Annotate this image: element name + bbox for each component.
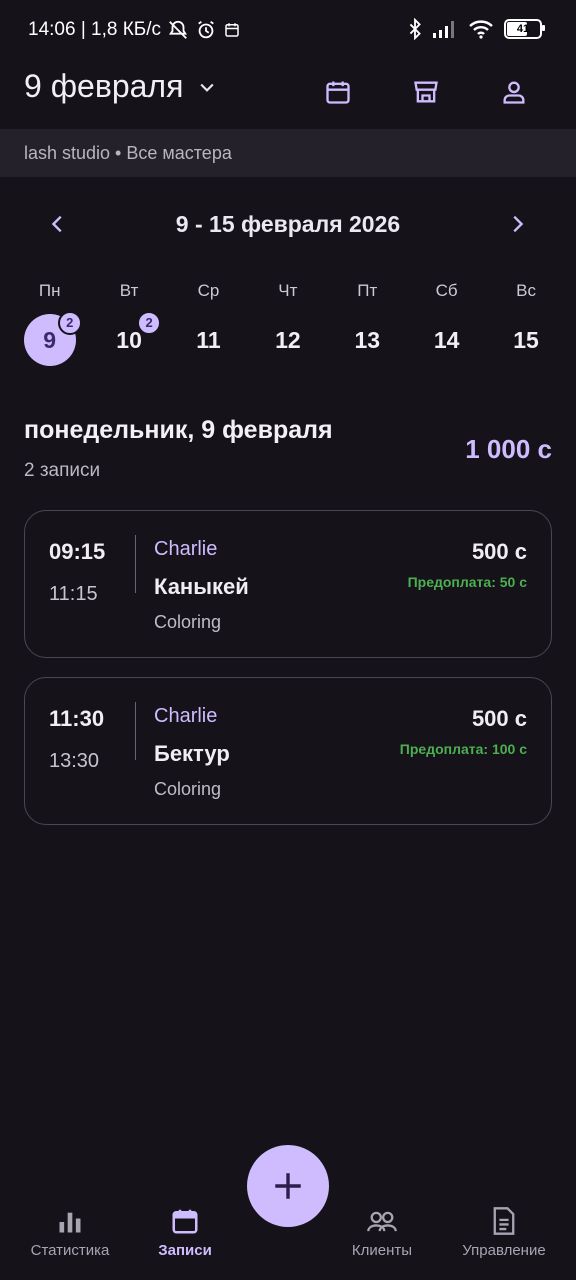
day-number: 92 xyxy=(23,311,82,366)
calendar-icon xyxy=(172,1209,198,1234)
nav-appointments[interactable]: Записи xyxy=(115,1196,255,1259)
app-bar: 9 февраля xyxy=(0,62,576,128)
wifi-icon xyxy=(469,20,493,39)
end-time: 13:30 xyxy=(49,750,100,772)
day-number: 10 2 xyxy=(103,311,162,366)
person-icon xyxy=(503,81,525,104)
day-saturday[interactable]: Сб 14 xyxy=(407,276,486,366)
store-button[interactable] xyxy=(406,72,446,112)
start-time: 11:30 xyxy=(49,706,105,731)
master-name: Charlie xyxy=(154,538,218,560)
week-range-label: 9 - 15 февраля 2026 xyxy=(175,211,401,237)
date-selector[interactable]: 9 февраля xyxy=(24,68,217,105)
week-navigator: 9 - 15 февраля 2026 xyxy=(0,200,576,248)
status-left: 14:06 | 1,8 КБ/с xyxy=(28,19,241,41)
nav-label: Записи xyxy=(158,1242,212,1259)
next-week-button[interactable] xyxy=(497,204,537,244)
day-name: Чт xyxy=(278,281,298,300)
master-name: Charlie xyxy=(154,705,218,727)
service-name: Coloring xyxy=(154,612,222,632)
client-name: Бектур xyxy=(154,741,230,766)
people-icon xyxy=(367,1211,397,1232)
document-icon xyxy=(493,1207,515,1235)
day-number: 11 xyxy=(196,327,221,353)
bottom-navigation: Статистика Записи Клиенты Управление xyxy=(0,1196,576,1280)
signal-icon xyxy=(433,21,454,38)
day-name: Вт xyxy=(119,281,139,300)
week-days: Пн 92 Вт 10 2 Ср 11 Чт 12 Пт 13 Сб 14 Вс … xyxy=(10,276,566,366)
appointment-count-badge: 2 xyxy=(57,311,82,335)
day-number: 14 xyxy=(433,327,460,353)
nav-management[interactable]: Управление xyxy=(434,1196,574,1259)
start-time: 09:15 xyxy=(49,539,106,564)
bluetooth-icon xyxy=(409,18,421,40)
appointment-card[interactable]: 09:15 11:15 Charlie Каныкей Coloring 500… xyxy=(24,510,552,658)
calendar-button[interactable] xyxy=(318,72,358,112)
calendar-small-icon xyxy=(225,23,239,37)
divider xyxy=(135,702,136,760)
studio-filter-text: lash studio • Все мастера xyxy=(24,143,232,163)
day-number: 12 xyxy=(275,327,301,353)
nav-clients[interactable]: Клиенты xyxy=(312,1196,452,1259)
chevron-down-icon xyxy=(200,83,215,92)
selected-day-title: понедельник, 9 февраля xyxy=(24,416,333,444)
day-thursday[interactable]: Чт 12 xyxy=(248,276,327,366)
date-title: 9 февраля xyxy=(24,68,184,104)
alarm-icon xyxy=(198,20,214,39)
calendar-icon xyxy=(326,81,350,104)
appointment-count: 2 записи xyxy=(24,460,101,481)
studio-filter-bar[interactable]: lash studio • Все мастера xyxy=(0,129,576,177)
client-name: Каныкей xyxy=(154,574,249,599)
price: 500 с xyxy=(471,539,527,564)
nav-label: Клиенты xyxy=(351,1242,413,1259)
day-number: 15 xyxy=(513,327,539,353)
day-name: Пт xyxy=(357,281,378,300)
battery-icon: 41 xyxy=(504,19,545,39)
chevron-right-icon xyxy=(513,215,524,233)
service-name: Coloring xyxy=(154,779,222,799)
day-total: 1 000 с xyxy=(465,434,552,464)
day-number: 13 xyxy=(354,327,381,353)
day-tuesday[interactable]: Вт 10 2 xyxy=(89,276,168,366)
prepayment: Предоплата: 100 с xyxy=(399,741,527,757)
muted-bell-icon xyxy=(169,20,188,39)
day-monday[interactable]: Пн 92 xyxy=(10,276,89,366)
end-time: 11:15 xyxy=(49,583,98,605)
prepayment: Предоплата: 50 с xyxy=(407,574,527,590)
day-name: Сб xyxy=(435,281,458,300)
status-time-speed: 14:06 | 1,8 КБ/с xyxy=(28,19,162,40)
status-right: 41 xyxy=(408,18,545,40)
nav-label: Управление xyxy=(462,1242,546,1259)
day-name: Вс xyxy=(516,281,536,300)
day-name: Пн xyxy=(38,281,61,300)
day-sunday[interactable]: Вс 15 xyxy=(486,276,565,366)
bar-chart-icon xyxy=(59,1212,81,1233)
day-name: Ср xyxy=(197,281,220,300)
status-bar: 14:06 | 1,8 КБ/с 41 xyxy=(0,0,576,62)
day-wednesday[interactable]: Ср 11 xyxy=(169,276,248,366)
appointment-count-badge: 2 xyxy=(137,311,162,335)
battery-level: 41 xyxy=(516,23,530,35)
profile-button[interactable] xyxy=(494,72,534,112)
price: 500 с xyxy=(471,706,527,731)
store-icon xyxy=(414,81,438,103)
day-summary: понедельник, 9 февраля 2 записи 1 000 с xyxy=(24,416,552,486)
divider xyxy=(135,535,136,593)
appointment-card[interactable]: 11:30 13:30 Charlie Бектур Coloring 500 … xyxy=(24,677,552,825)
day-friday[interactable]: Пт 13 xyxy=(328,276,407,366)
